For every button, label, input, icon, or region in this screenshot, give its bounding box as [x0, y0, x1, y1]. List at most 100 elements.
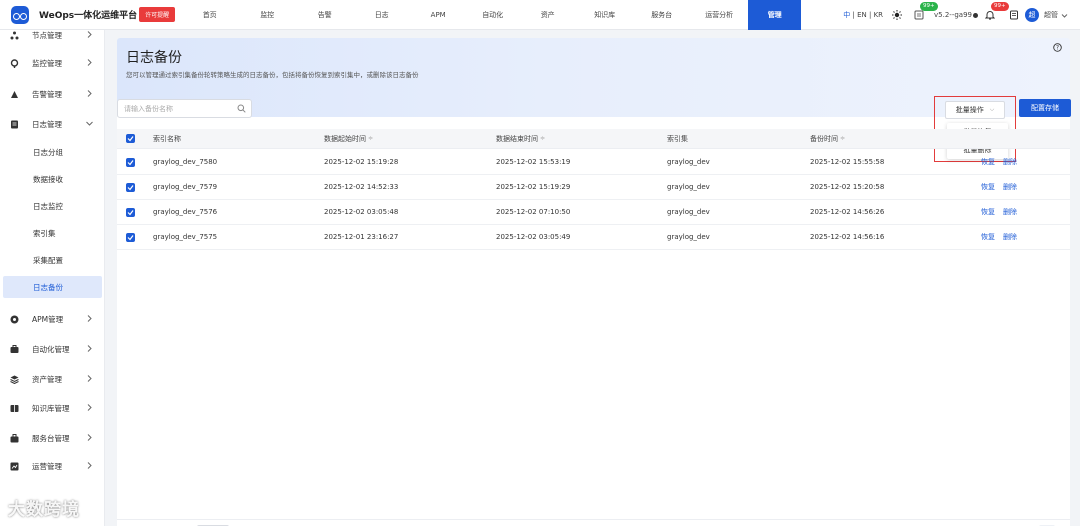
version-info-icon[interactable] — [973, 12, 978, 18]
row-checkbox[interactable] — [126, 208, 135, 217]
delete-link[interactable]: 删除 — [1003, 182, 1017, 192]
delete-link[interactable]: 删除 — [1003, 232, 1017, 242]
sidebar-item-automation[interactable]: 自动化管理 — [0, 338, 104, 360]
automation-icon — [10, 344, 19, 354]
nav-service-desk[interactable]: 服务台 — [633, 0, 690, 30]
sidebar-sub-log-monitor[interactable]: 日志监控 — [3, 195, 102, 217]
nav-home[interactable]: 首页 — [181, 0, 238, 30]
column-header-label: 数据起始时间 — [324, 134, 366, 143]
column-header-backup-time[interactable]: 备份时间 ≑ — [810, 129, 845, 148]
search-input[interactable] — [118, 100, 228, 117]
lang-zh[interactable]: 中 — [843, 11, 850, 19]
row-checkbox[interactable] — [126, 233, 135, 242]
theme-sun-icon[interactable] — [892, 10, 903, 20]
restore-link[interactable]: 恢复 — [981, 182, 995, 192]
task-icon[interactable]: 99+ — [914, 2, 938, 20]
alarm-icon — [10, 90, 19, 99]
cell-end: 2025-12-02 15:19:29 — [496, 183, 571, 191]
monitor-icon — [10, 58, 19, 68]
version-label: v5.2--ga99 — [934, 11, 972, 19]
restore-link[interactable]: 恢复 — [981, 207, 995, 217]
nav-asset[interactable]: 资产 — [519, 0, 576, 30]
content-panel: 批量操作 ⌵ 批量恢复 批量删除 配置存储 索引名称 数据起始时间≑ 数据结束时… — [117, 96, 1071, 526]
sort-icon[interactable]: ≑ — [540, 135, 545, 142]
nav-log[interactable]: 日志 — [353, 0, 410, 30]
sidebar-sub-index-set[interactable]: 索引集 — [3, 222, 102, 244]
pagination: 条 每页 50 ⌵ 条 已选 4 条 ‹ 1 › — [117, 519, 1070, 526]
asset-icon — [10, 375, 19, 384]
sidebar-item-operations[interactable]: 运营管理 — [0, 455, 104, 477]
notification-bell-icon[interactable]: 99+ — [985, 2, 1009, 20]
cell-name: graylog_dev_7580 — [153, 158, 218, 166]
table-row: graylog_dev_7580 2025-12-02 15:19:28 202… — [117, 150, 1070, 175]
batch-operation-label: 批量操作 — [955, 106, 984, 114]
node-icon — [10, 31, 19, 40]
chevron-right-icon — [87, 375, 92, 382]
column-header-label: 数据结束时间 — [496, 134, 538, 143]
config-storage-button[interactable]: 配置存储 — [1019, 99, 1071, 117]
cell-start: 2025-12-02 15:19:28 — [324, 158, 399, 166]
sidebar-item-asset[interactable]: 资产管理 — [0, 368, 104, 390]
sidebar-item-label: 日志管理 — [32, 119, 62, 129]
knowledge-icon — [10, 404, 19, 413]
delete-link[interactable]: 删除 — [1003, 157, 1017, 167]
cell-backup-time: 2025-12-02 14:56:16 — [810, 233, 885, 241]
cell-backup-time: 2025-12-02 15:20:58 — [810, 183, 885, 191]
user-avatar[interactable]: 超 — [1025, 8, 1039, 22]
cell-name: graylog_dev_7575 — [153, 233, 218, 241]
table-row: graylog_dev_7575 2025-12-01 23:16:27 202… — [117, 225, 1070, 250]
lang-en[interactable]: EN — [857, 11, 867, 19]
nav-apm[interactable]: APM — [410, 0, 466, 30]
document-icon[interactable] — [1009, 10, 1019, 20]
nav-monitor[interactable]: 监控 — [238, 0, 296, 30]
sidebar-sub-log-group[interactable]: 日志分组 — [3, 141, 102, 163]
select-all-checkbox[interactable] — [126, 134, 135, 143]
sidebar-item-log[interactable]: 日志管理 — [0, 113, 104, 135]
page-title: 日志备份 — [126, 50, 182, 66]
sidebar-item-knowledge[interactable]: 知识库管理 — [0, 397, 104, 419]
sidebar-sub-log-backup[interactable]: 日志备份 — [3, 276, 102, 298]
sidebar-item-apm[interactable]: APM管理 — [0, 308, 104, 330]
lang-kr[interactable]: KR — [874, 11, 883, 19]
nav-automation[interactable]: 自动化 — [466, 0, 519, 30]
nav-knowledge[interactable]: 知识库 — [576, 0, 633, 30]
task-badge: 99+ — [920, 2, 938, 11]
delete-link[interactable]: 删除 — [1003, 207, 1017, 217]
cell-end: 2025-12-02 07:10:50 — [496, 208, 571, 216]
sidebar-item-service-desk[interactable]: 服务台管理 — [0, 427, 104, 449]
search-icon[interactable] — [237, 104, 246, 113]
help-icon[interactable]: ? — [1053, 43, 1062, 52]
cell-backup-time: 2025-12-02 15:55:58 — [810, 158, 885, 166]
sort-icon[interactable]: ≑ — [840, 135, 845, 142]
sidebar-item-label: 知识库管理 — [32, 403, 70, 413]
cell-index-set: graylog_dev — [667, 158, 710, 166]
nav-admin[interactable]: 管理 — [748, 0, 802, 30]
user-name[interactable]: 超管 — [1044, 10, 1058, 20]
sidebar-item-label: 节点管理 — [32, 30, 62, 40]
page-description: 您可以管理通过索引集备份轮转策略生成的日志备份，包括将备份恢复到索引集中，或删除… — [126, 71, 419, 79]
main-area: 日志备份 您可以管理通过索引集备份轮转策略生成的日志备份，包括将备份恢复到索引集… — [105, 30, 1080, 526]
batch-operation-button[interactable]: 批量操作 ⌵ — [945, 101, 1005, 119]
brand-title[interactable]: WeOps一体化运维平台 — [39, 8, 137, 21]
search-field[interactable] — [117, 99, 252, 118]
weops-logo-icon[interactable] — [11, 5, 29, 24]
chevron-down-icon[interactable] — [1061, 12, 1068, 19]
sidebar-sub-collect-config[interactable]: 采集配置 — [3, 249, 102, 271]
column-header-end[interactable]: 数据结束时间 ≑ — [496, 129, 545, 148]
chevron-right-icon — [87, 90, 92, 97]
nav-alarm[interactable]: 告警 — [296, 0, 353, 30]
sidebar-item-node[interactable]: 节点管理 — [0, 30, 104, 46]
sidebar-sub-data-receive[interactable]: 数据接收 — [3, 168, 102, 190]
cell-start: 2025-12-02 03:05:48 — [324, 208, 399, 216]
row-checkbox[interactable] — [126, 158, 135, 167]
row-checkbox[interactable] — [126, 183, 135, 192]
row-actions: 恢复 删除 — [981, 175, 1025, 199]
sidebar-item-alarm[interactable]: 告警管理 — [0, 83, 104, 105]
restore-link[interactable]: 恢复 — [981, 157, 995, 167]
column-header-start[interactable]: 数据起始时间 ≑ — [324, 129, 373, 148]
sort-icon[interactable]: ≑ — [368, 135, 373, 142]
restore-link[interactable]: 恢复 — [981, 232, 995, 242]
license-reminder-button[interactable]: 许可提醒 — [139, 7, 176, 22]
sidebar-item-monitor[interactable]: 监控管理 — [0, 52, 104, 74]
nav-operations[interactable]: 运营分析 — [690, 0, 748, 30]
